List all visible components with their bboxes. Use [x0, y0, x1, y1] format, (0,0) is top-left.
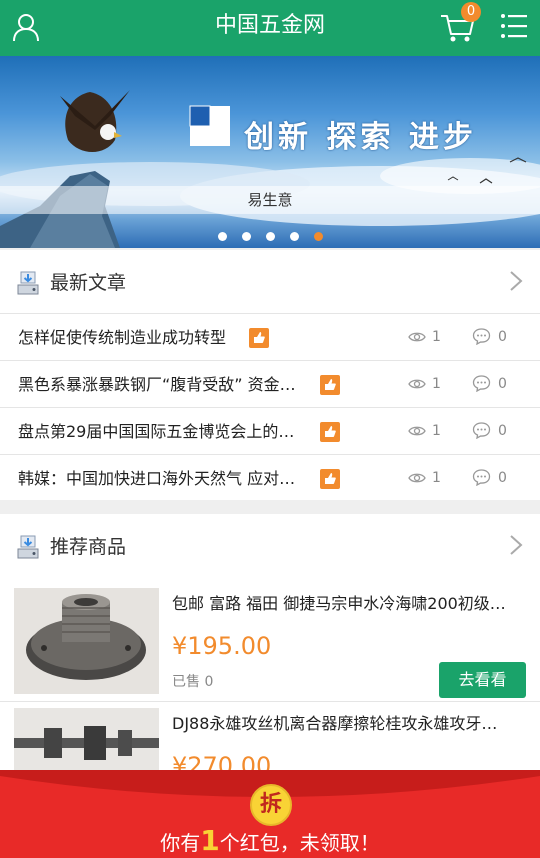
comment-count: 0 — [498, 376, 507, 392]
article-title[interactable]: 黑色系暴涨暴跌钢厂“腹背受敌” 资金… — [18, 361, 296, 408]
comment-count: 0 — [498, 423, 507, 439]
product-name[interactable]: DJ88永雄攻丝机离合器摩擦轮桂攻永雄攻牙… — [172, 708, 527, 740]
red-packet-prefix: 你有 — [160, 831, 201, 855]
recommended-products-section: 推荐商品 包邮 富路 福田 御捷马宗申水冷海啸200初级… ¥195.00 已售… — [0, 514, 540, 822]
thumbs-up-icon — [249, 328, 269, 348]
thumbs-up-icon — [320, 469, 340, 489]
comment-icon — [472, 375, 491, 392]
open-red-packet-button[interactable]: 拆 — [250, 784, 292, 826]
red-packet-message: 你有1个红包，未领取！ — [0, 826, 540, 858]
comment-count: 0 — [498, 470, 507, 486]
section-title: 推荐商品 — [50, 536, 127, 558]
sold-count: 已售 0 — [172, 674, 214, 690]
product-item[interactable]: 包邮 富路 福田 御捷马宗申水冷海啸200初级… ¥195.00 已售 0 去看… — [0, 582, 540, 702]
product-price: ¥195.00 — [172, 632, 272, 660]
banner-caption: 易生意 — [0, 186, 540, 214]
comment-icon — [472, 422, 491, 439]
app-header: 中国五金网 0 — [0, 0, 540, 56]
thumbs-up-icon — [320, 375, 340, 395]
article-item[interactable]: 黑色系暴涨暴跌钢厂“腹背受敌” 资金… 1 0 — [0, 361, 540, 408]
article-title[interactable]: 怎样促使传统制造业成功转型 — [18, 314, 226, 361]
product-name[interactable]: 包邮 富路 福田 御捷马宗申水冷海啸200初级… — [172, 588, 527, 620]
recommended-products-header[interactable]: 推荐商品 — [0, 514, 540, 578]
view-count: 1 — [432, 329, 441, 345]
hard-disk-icon — [17, 271, 39, 295]
view-count: 1 — [432, 470, 441, 486]
latest-articles-header[interactable]: 最新文章 — [0, 250, 540, 314]
eye-icon — [408, 332, 426, 342]
product-image[interactable] — [14, 588, 159, 694]
article-item[interactable]: 韩媒：中国加快进口海外天然气 应对… 1 0 — [0, 455, 540, 502]
view-product-button[interactable]: 去看看 — [439, 662, 526, 698]
comment-count: 0 — [498, 329, 507, 345]
article-title[interactable]: 韩媒：中国加快进口海外天然气 应对… — [18, 455, 295, 502]
cart-count-badge: 0 — [461, 2, 481, 22]
eye-icon — [408, 473, 426, 483]
view-count: 1 — [432, 376, 441, 392]
menu-list-icon[interactable] — [500, 12, 528, 40]
section-title: 最新文章 — [50, 272, 127, 294]
banner-slogan: 创新 探索 进步 — [244, 120, 477, 155]
article-item[interactable]: 怎样促使传统制造业成功转型 1 0 — [0, 314, 540, 361]
article-item[interactable]: 盘点第29届中国国际五金博览会上的… 1 0 — [0, 408, 540, 455]
thumbs-up-icon — [320, 422, 340, 442]
comment-icon — [472, 469, 491, 486]
chevron-right-icon[interactable] — [508, 270, 524, 292]
comment-icon — [472, 328, 491, 345]
carousel-dot[interactable] — [218, 232, 227, 241]
article-title[interactable]: 盘点第29届中国国际五金博览会上的… — [18, 408, 294, 455]
red-packet-bar[interactable]: 拆 你有1个红包，未领取！ — [0, 770, 540, 858]
chevron-right-icon[interactable] — [508, 534, 524, 556]
carousel-dot-active[interactable] — [314, 232, 323, 241]
promo-banner[interactable]: 创新 探索 进步 易生意 — [0, 56, 540, 248]
eye-icon — [408, 426, 426, 436]
carousel-dot[interactable] — [242, 232, 251, 241]
hard-disk-icon — [17, 535, 39, 559]
latest-articles-section: 最新文章 怎样促使传统制造业成功转型 1 0 黑色系暴涨暴跌钢厂“腹背受敌” 资… — [0, 250, 540, 500]
carousel-dot[interactable] — [266, 232, 275, 241]
red-packet-suffix: 个红包，未领取！ — [219, 831, 380, 855]
carousel-dot[interactable] — [290, 232, 299, 241]
red-packet-count: 1 — [200, 824, 220, 857]
view-count: 1 — [432, 423, 441, 439]
eye-icon — [408, 379, 426, 389]
